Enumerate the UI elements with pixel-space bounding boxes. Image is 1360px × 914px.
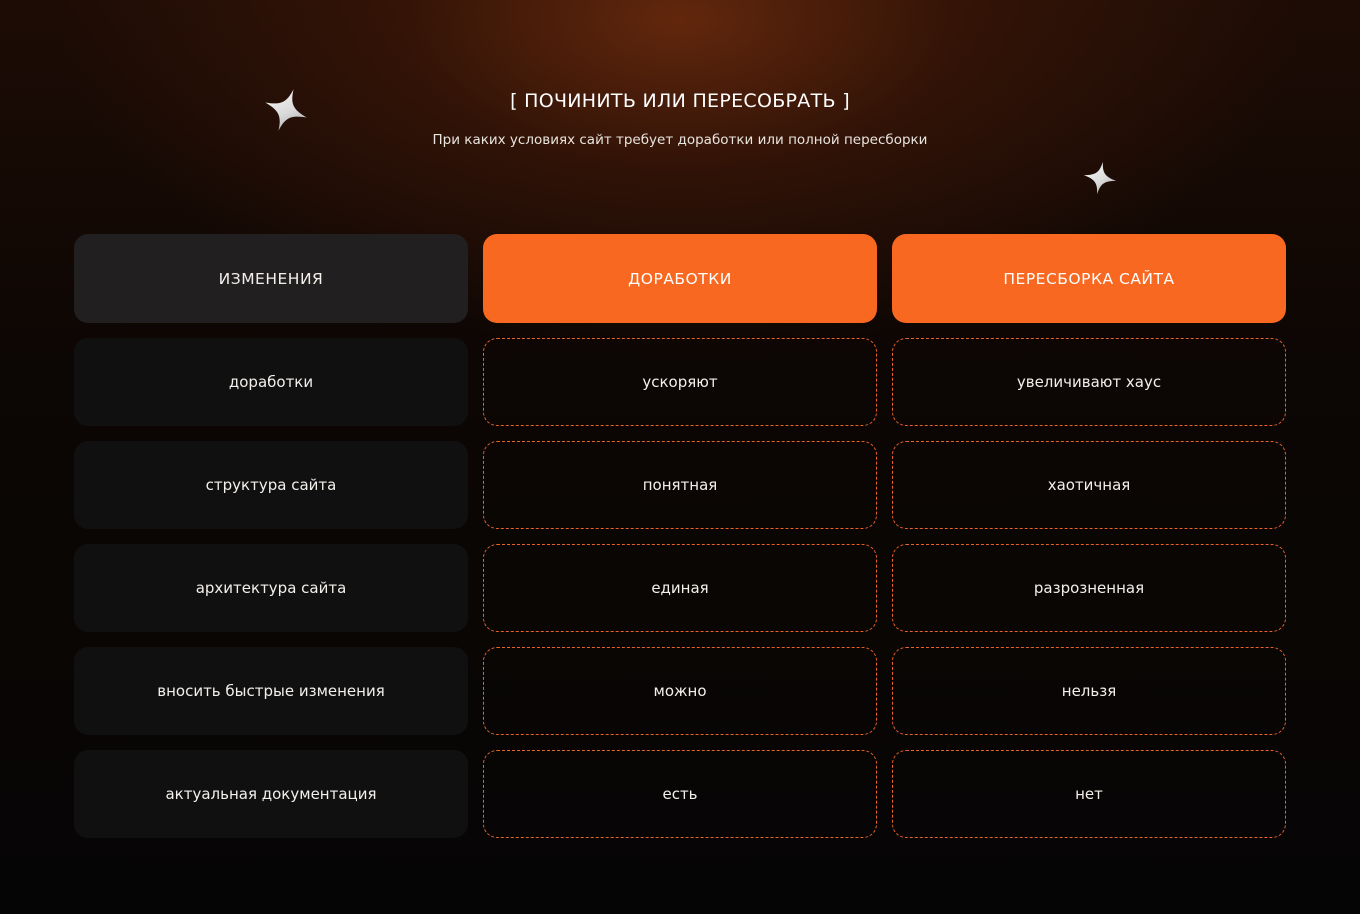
table-row: архитектура сайта единая разрозненная (74, 544, 1286, 632)
row-label: актуальная документация (74, 750, 468, 838)
table-row: актуальная документация есть нет (74, 750, 1286, 838)
row-label: архитектура сайта (74, 544, 468, 632)
row-label: доработки (74, 338, 468, 426)
rebuild-value: нельзя (892, 647, 1286, 735)
table-row: вносить быстрые изменения можно нельзя (74, 647, 1286, 735)
improvements-value: ускоряют (483, 338, 877, 426)
header-rebuild: ПЕРЕСБОРКА САЙТА (892, 234, 1286, 323)
row-label: структура сайта (74, 441, 468, 529)
rebuild-value: разрозненная (892, 544, 1286, 632)
improvements-value: есть (483, 750, 877, 838)
comparison-table: ИЗМЕНЕНИЯ ДОРАБОТКИ ПЕРЕСБОРКА САЙТА дор… (74, 234, 1286, 853)
section-title: [ ПОЧИНИТЬ ИЛИ ПЕРЕСОБРАТЬ ] (510, 90, 850, 112)
rebuild-value: нет (892, 750, 1286, 838)
header-changes: ИЗМЕНЕНИЯ (74, 234, 468, 323)
row-label: вносить быстрые изменения (74, 647, 468, 735)
four-point-star-icon (1083, 161, 1117, 195)
improvements-value: можно (483, 647, 877, 735)
table-row: структура сайта понятная хаотичная (74, 441, 1286, 529)
header-improvements: ДОРАБОТКИ (483, 234, 877, 323)
improvements-value: понятная (483, 441, 877, 529)
rebuild-value: хаотичная (892, 441, 1286, 529)
rebuild-value: увеличивают хаус (892, 338, 1286, 426)
improvements-value: единая (483, 544, 877, 632)
section-subtitle: При каких условиях сайт требует доработк… (432, 132, 928, 148)
table-row: доработки ускоряют увеличивают хаус (74, 338, 1286, 426)
table-header-row: ИЗМЕНЕНИЯ ДОРАБОТКИ ПЕРЕСБОРКА САЙТА (74, 234, 1286, 323)
